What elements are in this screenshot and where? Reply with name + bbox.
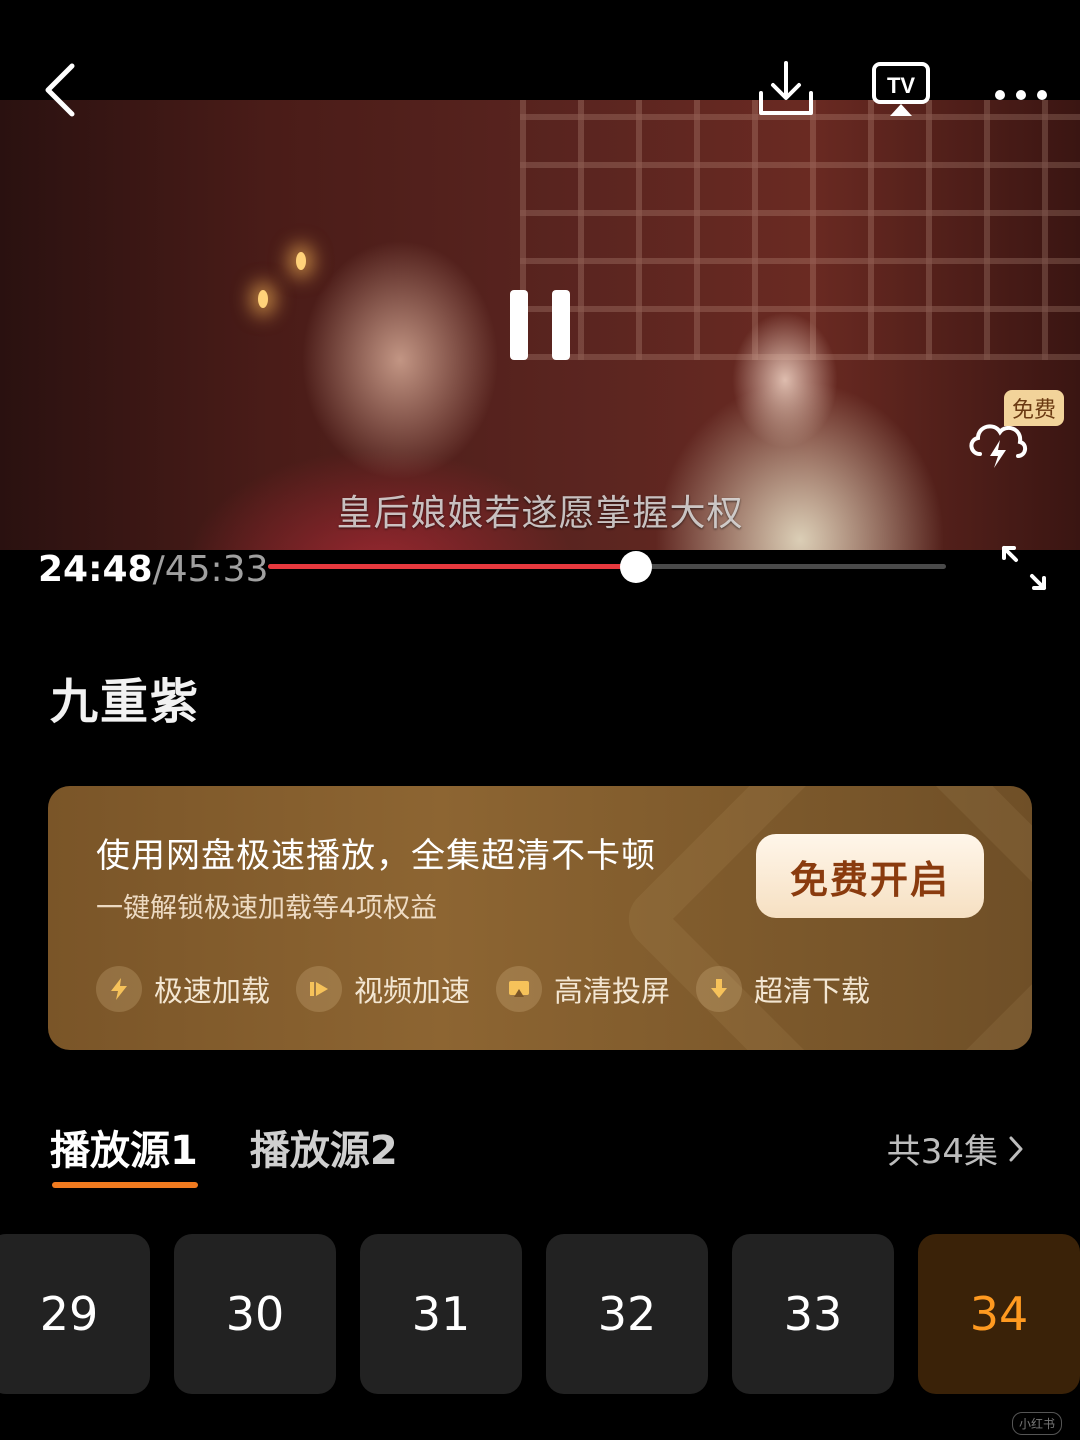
pause-icon [510,290,570,360]
feature-label: 视频加速 [354,974,471,1008]
feature-label: 高清投屏 [554,974,671,1008]
episode-button[interactable]: 33 [732,1234,894,1394]
candle-light [296,252,306,270]
background-lattice [520,100,1080,360]
svg-text:TV: TV [887,73,915,98]
fullscreen-button[interactable] [996,540,1052,596]
video-subtitle: 皇后娘娘若遂愿掌握大权 [336,493,744,534]
tab-source-2[interactable]: 播放源2 [250,1118,398,1176]
episode-button[interactable]: 30 [174,1234,336,1394]
promo-features: 极速加载 视频加速 高清投屏 超清下载 [96,966,870,1012]
current-time: 24:48 [38,548,153,590]
back-arrow-icon [45,63,75,117]
cast-screen-icon [496,966,543,1012]
promo-card[interactable]: 使用网盘极速播放，全集超清不卡顿 一键解锁极速加载等4项权益 免费开启 极速加载… [48,786,1032,1050]
more-icon [995,90,1047,100]
free-enable-button[interactable]: 免费开启 [756,834,984,918]
fullscreen-icon [1002,546,1046,590]
promo-subtitle: 一键解锁极速加载等4项权益 [96,893,438,924]
fast-forward-icon [296,966,343,1012]
feature-fast-load: 极速加载 [96,966,270,1012]
tab-active-indicator [52,1182,198,1188]
tv-cast-icon: TV [872,62,930,116]
tab-label: 播放源1 [50,1128,198,1174]
lightning-icon [96,966,142,1012]
progress-fill [268,564,637,569]
video-player[interactable]: TV 免费 皇后娘娘若遂愿掌握大权 24:48 / 45:33 [0,0,1080,620]
download-button[interactable] [752,55,820,123]
source-tabs: 播放源1 播放源2 [50,1118,398,1188]
watermark: 小红书 [1011,1412,1062,1435]
player-top-bar: TV [0,0,1080,130]
promo-headline: 使用网盘极速播放，全集超清不卡顿 [96,836,656,876]
episode-button[interactable]: 32 [546,1234,708,1394]
progress-bar[interactable] [268,551,946,583]
episode-button[interactable]: 31 [360,1234,522,1394]
time-display: 24:48 / 45:33 [38,546,268,592]
feature-label: 超清下载 [754,974,871,1008]
chevron-right-icon [1009,1136,1023,1161]
show-title: 九重紫 [50,674,201,730]
more-button[interactable] [986,70,1056,120]
back-button[interactable] [30,55,90,125]
feature-hd-download: 超清下载 [696,966,870,1012]
total-time: 45:33 [164,548,269,590]
tv-cast-button[interactable]: TV [866,55,936,123]
tab-label: 播放源2 [249,1128,398,1174]
pause-button[interactable] [500,280,580,370]
episode-button-selected[interactable]: 34 [918,1234,1080,1394]
download-arrow-icon [696,966,743,1012]
candle-light [258,290,268,308]
free-badge: 免费 [1003,390,1064,426]
progress-thumb[interactable] [620,551,653,583]
feature-video-accelerate: 视频加速 [296,966,470,1012]
feature-hd-cast: 高清投屏 [496,966,670,1012]
episode-count: 共34集 [886,1132,998,1172]
tab-source-1[interactable]: 播放源1 [50,1118,198,1188]
download-icon [759,61,813,115]
time-separator: / [152,548,165,590]
feature-label: 极速加载 [154,974,271,1008]
episode-button[interactable]: 29 [0,1234,150,1394]
episode-count-link[interactable]: 共34集 [887,1124,1024,1173]
episode-list: 29 30 31 32 33 34 [0,1234,1080,1394]
cloud-accelerate-button[interactable]: 免费 [960,390,1070,480]
